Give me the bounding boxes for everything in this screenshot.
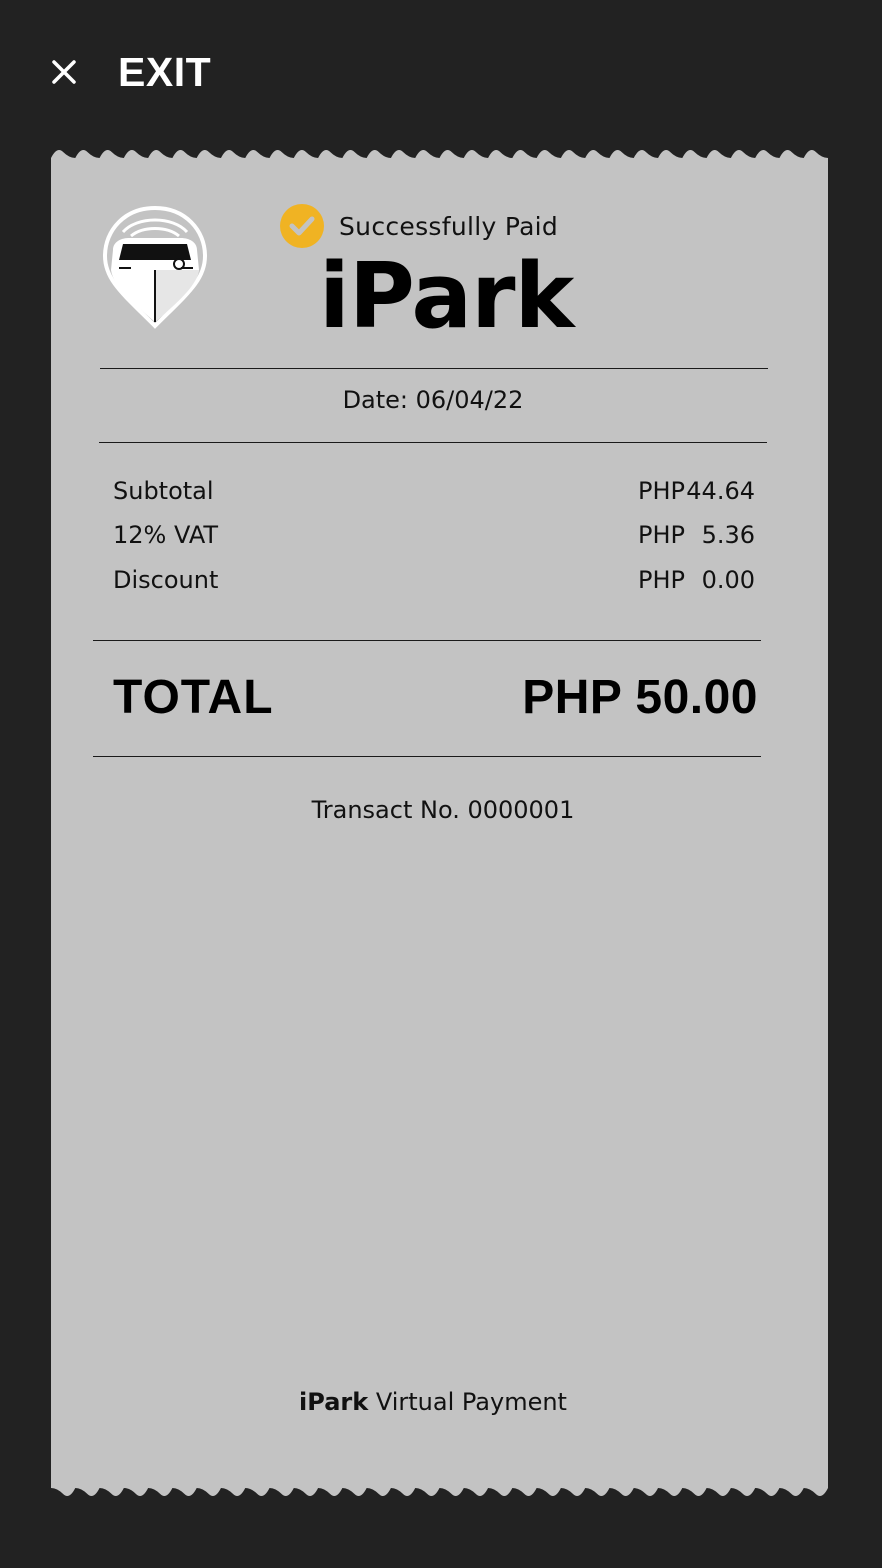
line-item-discount: Discount PHP 0.00 (113, 566, 755, 596)
line-item-vat: 12% VAT PHP 5.36 (113, 521, 755, 551)
divider (100, 368, 768, 369)
receipt: Successfully Paid iPark Date: 06/04/22 S… (51, 146, 828, 1500)
ipark-logo-icon (102, 205, 208, 329)
line-item-amount: 5.36 (701, 521, 755, 549)
brand-title: iPark (319, 244, 574, 349)
exit-label: EXIT (118, 49, 212, 95)
total-label: TOTAL (113, 671, 274, 724)
receipt-footer: iPark Virtual Payment (51, 1388, 815, 1416)
line-item-amount: 44.64 (686, 477, 755, 505)
line-item-label: Subtotal (113, 477, 214, 505)
exit-button[interactable]: EXIT (48, 48, 211, 96)
close-icon (52, 60, 76, 84)
line-item-label: Discount (113, 566, 219, 594)
line-item-label: 12% VAT (113, 521, 219, 549)
line-item-amount: 0.00 (701, 566, 755, 594)
status-text: Successfully Paid (339, 211, 559, 241)
divider (93, 640, 761, 641)
line-item-subtotal: Subtotal PHP 44.64 (113, 477, 755, 507)
total-amount: PHP 50.00 (522, 671, 758, 724)
line-item-currency: PHP (638, 521, 685, 549)
line-item-currency: PHP (638, 566, 685, 594)
footer-brand: iPark (299, 1388, 369, 1416)
transaction-number: Transact No. 0000001 (311, 796, 575, 824)
line-item-currency: PHP (638, 477, 685, 505)
footer-text: Virtual Payment (375, 1388, 567, 1416)
divider (99, 442, 767, 443)
receipt-date: Date: 06/04/22 (342, 386, 524, 414)
divider (93, 756, 761, 757)
